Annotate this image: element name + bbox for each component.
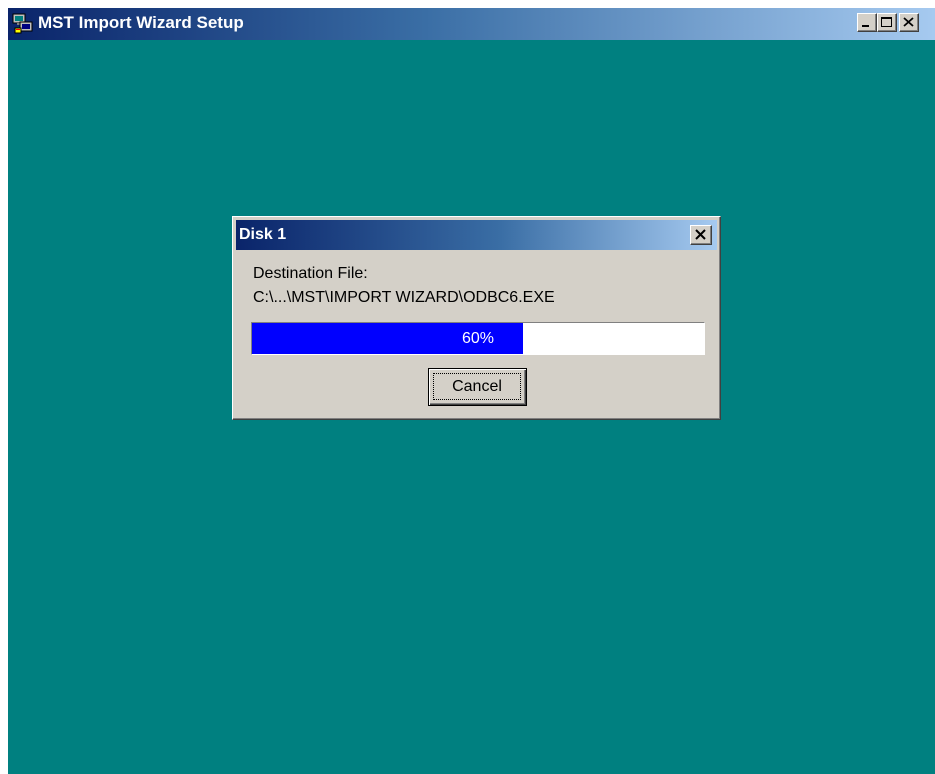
setup-computer-icon [12, 12, 34, 34]
window-title: MST Import Wizard Setup [38, 13, 244, 32]
disk-progress-dialog: Disk 1 Destination File: C:\...\MST\IMPO… [232, 216, 721, 420]
destination-file-label: Destination File: [253, 265, 368, 282]
close-button[interactable] [899, 13, 919, 32]
setup-background: Disk 1 Destination File: C:\...\MST\IMPO… [8, 40, 935, 774]
dialog-close-button[interactable] [690, 225, 712, 245]
setup-window: MST Import Wizard Setup Disk 1 Destinati… [8, 8, 935, 774]
maximize-button[interactable] [877, 13, 897, 32]
dialog-titlebar[interactable]: Disk 1 [236, 220, 717, 250]
destination-file-path: C:\...\MST\IMPORT WIZARD\ODBC6.EXE [253, 289, 555, 306]
minimize-button[interactable] [857, 13, 877, 32]
progress-bar: 60% [251, 322, 705, 355]
window-titlebar[interactable]: MST Import Wizard Setup [8, 8, 935, 40]
progress-percent-label: 60% [461, 330, 495, 347]
cancel-button-label: Cancel [433, 373, 521, 400]
cancel-button[interactable]: Cancel [428, 368, 527, 406]
dialog-title: Disk 1 [239, 226, 287, 243]
